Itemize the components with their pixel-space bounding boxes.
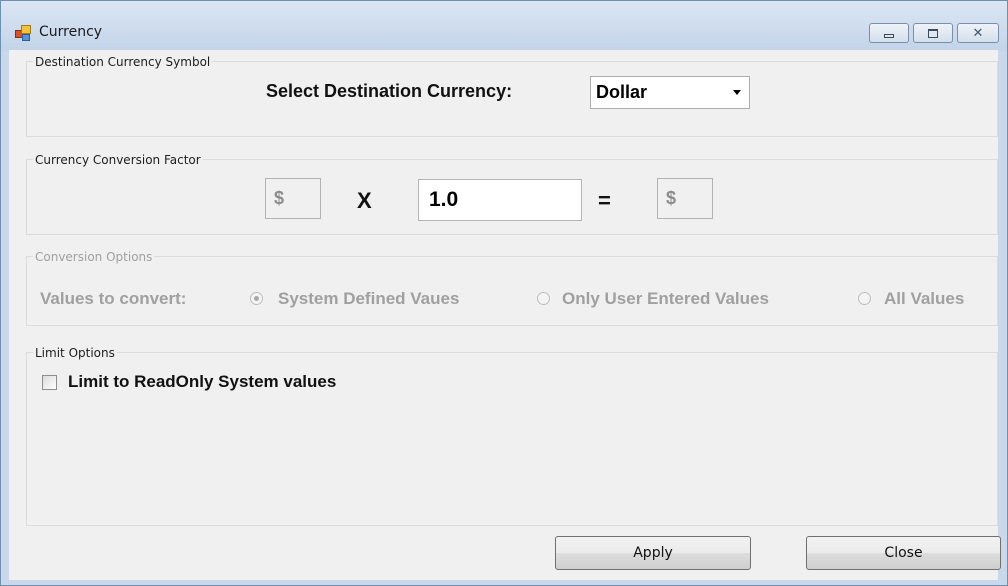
- app-icon: [15, 25, 31, 41]
- destination-currency-group-title: Destination Currency Symbol: [33, 55, 213, 69]
- window-title: Currency: [39, 24, 103, 40]
- destination-currency-select[interactable]: Dollar: [590, 76, 750, 109]
- select-destination-label: Select Destination Currency:: [266, 81, 513, 101]
- close-window-button[interactable]: ✕: [957, 23, 999, 43]
- maximize-button[interactable]: [913, 23, 953, 43]
- minimize-icon: [884, 34, 894, 38]
- chevron-down-icon[interactable]: [733, 90, 741, 95]
- limit-options-group-title: Limit Options: [33, 346, 117, 360]
- multiply-sign: X: [357, 188, 372, 213]
- values-to-convert-label: Values to convert:: [40, 289, 187, 308]
- equals-sign: =: [598, 188, 611, 213]
- conversion-options-group-title: Conversion Options: [33, 250, 155, 264]
- user-entered-radio[interactable]: [537, 292, 550, 305]
- system-defined-radio[interactable]: [250, 292, 263, 305]
- all-values-label: All Values: [884, 289, 965, 308]
- limit-readonly-checkbox[interactable]: [42, 375, 57, 390]
- conversion-factor-input[interactable]: 1.0: [418, 179, 582, 221]
- source-symbol-box: $: [265, 178, 321, 219]
- maximize-icon: [928, 28, 938, 38]
- system-defined-label: System Defined Vaues: [278, 289, 460, 308]
- apply-button[interactable]: Apply: [555, 536, 751, 570]
- limit-readonly-label[interactable]: Limit to ReadOnly System values: [68, 372, 336, 392]
- close-button[interactable]: Close: [806, 536, 1001, 570]
- target-symbol-box: $: [657, 178, 713, 219]
- destination-currency-value: Dollar: [596, 82, 648, 102]
- conversion-factor-group-title: Currency Conversion Factor: [33, 153, 203, 167]
- title-bar[interactable]: Currency ✕: [1, 1, 1007, 51]
- close-icon: ✕: [972, 25, 984, 41]
- all-values-radio[interactable]: [858, 292, 871, 305]
- minimize-button[interactable]: [869, 23, 909, 43]
- user-entered-label: Only User Entered Values: [562, 289, 769, 308]
